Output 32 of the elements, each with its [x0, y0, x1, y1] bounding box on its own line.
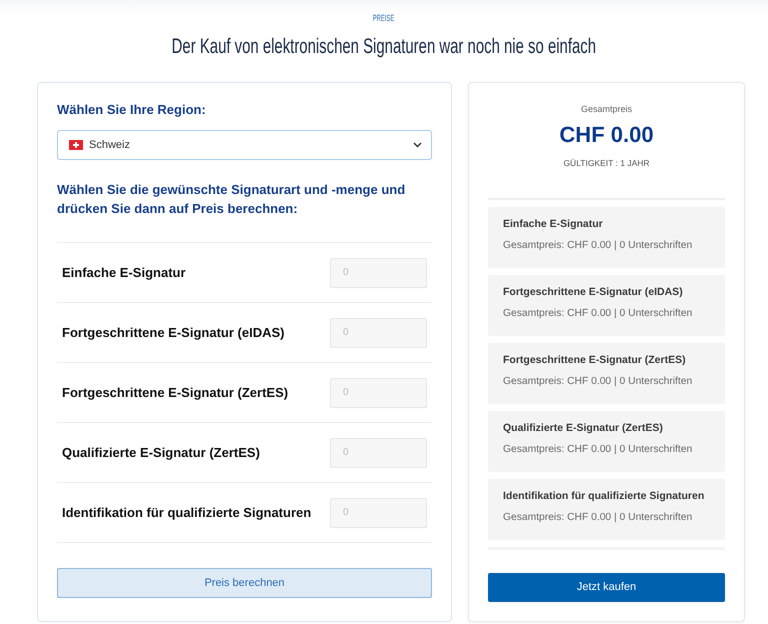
item-title: Qualifizierte E-Signatur (ZertES)	[503, 421, 663, 435]
buy-button[interactable]: Jetzt kaufen	[488, 573, 725, 602]
item-title: Identifikation für qualifizierte Signaturen	[503, 489, 704, 503]
item-detail: Gesamtpreis: CHF 0.00 | 0 Unterschriften	[503, 443, 692, 457]
page-title: Der Kauf von elektronischen Signaturen war noch nie so einfach	[172, 34, 596, 60]
item-title: Fortgeschrittene E-Signatur (ZertES)	[503, 353, 686, 367]
item-detail: Gesamtpreis: CHF 0.00 | 0 Unterschriften	[503, 239, 692, 253]
region-label: Wählen Sie Ihre Region:	[57, 102, 207, 118]
chevron-down-icon	[413, 142, 422, 148]
item-detail: Gesamtpreis: CHF 0.00 | 0 Unterschriften	[503, 307, 692, 321]
total-label: Gesamtpreis	[580, 103, 632, 115]
calculate-button[interactable]: Preis berechnen	[57, 568, 432, 598]
signature-type-label: Fortgeschrittene E-Signatur (eIDAS)	[62, 324, 284, 342]
item-detail: Gesamtpreis: CHF 0.00 | 0 Unterschriften	[503, 511, 692, 525]
item-title: Fortgeschrittene E-Signatur (eIDAS)	[503, 285, 683, 299]
quantity-input[interactable]: 0	[330, 498, 427, 528]
signature-type-label: Einfache E-Signatur	[62, 264, 186, 282]
region-select[interactable]: Schweiz	[57, 130, 432, 160]
quantity-input[interactable]: 0	[330, 438, 427, 468]
total-price: CHF 0.00	[559, 121, 654, 149]
swiss-flag-icon	[69, 140, 83, 150]
signature-type-label: Qualifizierte E-Signatur (ZertES)	[62, 444, 260, 462]
signature-type-label: Identifikation für qualifizierte Signaturen	[62, 504, 312, 522]
quantity-input[interactable]: 0	[330, 378, 427, 408]
quantity-input[interactable]: 0	[330, 258, 427, 288]
item-detail: Gesamtpreis: CHF 0.00 | 0 Unterschriften	[503, 375, 692, 389]
validity-text: GÜLTIGKEIT : 1 JAHR	[563, 157, 650, 169]
section-label: PREISE	[373, 12, 395, 24]
signature-type-label: Fortgeschrittene E-Signatur (ZertES)	[62, 384, 288, 402]
instructions-text: Wählen Sie die gewünschte Signaturart und -menge und drücken Sie dann auf Preis berechnen:	[57, 181, 406, 218]
item-title: Einfache E-Signatur	[503, 217, 603, 231]
quantity-input[interactable]: 0	[330, 318, 427, 348]
